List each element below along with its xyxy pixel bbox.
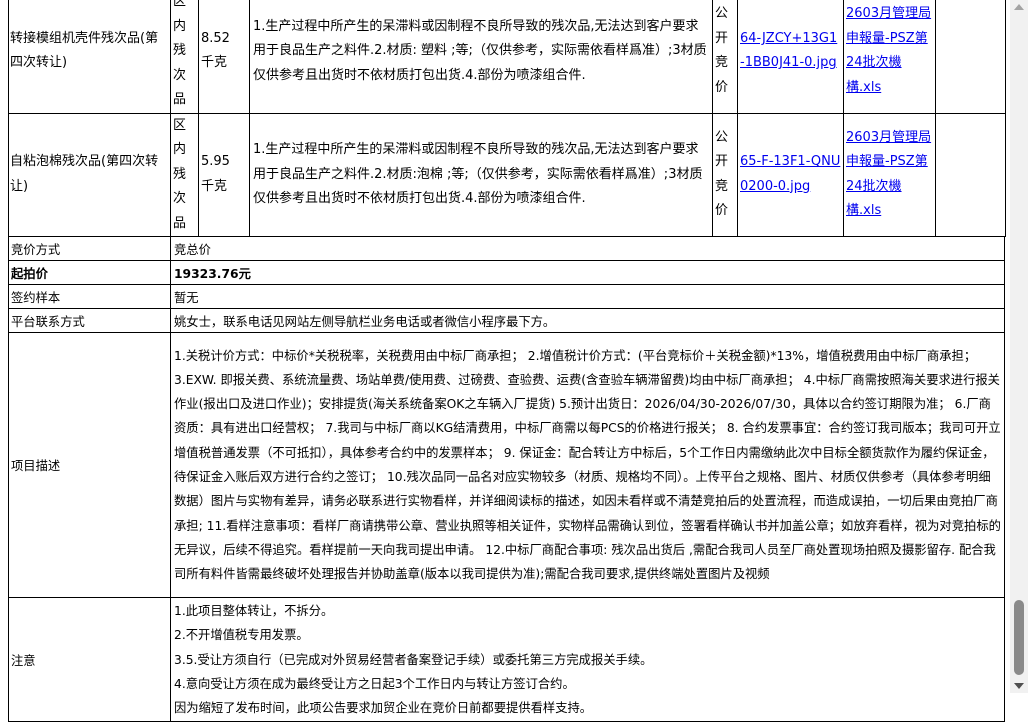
scroll-up-arrow-icon[interactable] (1014, 4, 1024, 10)
scrollbar-thumb[interactable] (1014, 600, 1024, 675)
description-value: 1.关税计价方式：中标价*关税税率，关税费用由中标厂商承担； 2.增值税计价方式… (170, 332, 1005, 598)
item-description: 1.生产过程中所产生的呆滞料或因制程不良所导致的残次品,无法达到客户要求用于良品… (249, 0, 713, 114)
info-row-start-price: 起拍价 19323.76元 (8, 260, 1005, 285)
item-location: 区内残次品 (170, 0, 199, 114)
info-table: 竞价方式 竞总价 起拍价 19323.76元 签约样本 暂无 平台联系方式 姚女… (8, 236, 1005, 722)
note-item: 3.5.受让方须自行（已完成对外贸易经营者备案登记手续）或委托第三方完成报关手续… (174, 652, 653, 667)
start-price-value: 19323.76元 (170, 260, 1005, 285)
items-table: 转接模组机壳件残次品(第四次转让) 区内残次品 8.52 千克 1.生产过程中所… (8, 0, 1006, 237)
notes-label: 注意 (8, 596, 171, 722)
item-file-cell: 2603月管理局申報量-PSZ第24批次機構.xls (843, 0, 936, 114)
item-image-cell: 64-JZCY+13G1-1BB0J41-0.jpg (737, 0, 844, 114)
note-item: 1.此项目整体转让，不拆分。 (174, 604, 334, 618)
contract-value: 暂无 (170, 284, 1005, 309)
item-name: 自粘泡棉残次品(第四次转让) (8, 112, 171, 237)
item-file-link[interactable]: 2603月管理局申報量-PSZ第24批次機構.xls (846, 130, 931, 219)
bid-method-label: 竞价方式 (8, 236, 171, 261)
notes-list: 1.此项目整体转让，不拆分。 2.不开增值税专用发票。 3.5.受让方须自行（已… (170, 596, 1005, 722)
item-image-link[interactable]: 64-JZCY+13G1-1BB0J41-0.jpg (740, 31, 837, 71)
vertical-scrollbar[interactable] (1010, 0, 1028, 693)
item-description: 1.生产过程中所产生的呆滞料或因制程不良所导致的残次品,无法达到客户要求用于良品… (249, 112, 713, 237)
item-empty-cell (935, 0, 1006, 114)
note-item: 2.不开增值税专用发票。 (174, 628, 309, 643)
scroll-down-arrow-icon[interactable] (1014, 683, 1024, 689)
contact-label: 平台联系方式 (8, 308, 171, 333)
item-file-link[interactable]: 2603月管理局申報量-PSZ第24批次機構.xls (846, 6, 931, 95)
item-weight: 8.52 千克 (198, 0, 250, 114)
start-price-label: 起拍价 (8, 260, 171, 285)
item-method: 公开竞价 (712, 112, 738, 237)
info-row-bid-method: 竞价方式 竞总价 (8, 236, 1005, 261)
table-row: 自粘泡棉残次品(第四次转让) 区内残次品 5.95 千克 1.生产过程中所产生的… (8, 112, 1006, 237)
item-image-cell: 65-F-13F1-QNU0200-0.jpg (737, 112, 844, 237)
item-name: 转接模组机壳件残次品(第四次转让) (8, 0, 171, 114)
info-row-description: 项目描述 1.关税计价方式：中标价*关税税率，关税费用由中标厂商承担； 2.增值… (8, 332, 1005, 598)
info-row-contract: 签约样本 暂无 (8, 284, 1005, 309)
item-weight: 5.95 千克 (198, 112, 250, 237)
info-row-notes: 注意 1.此项目整体转让，不拆分。 2.不开增值税专用发票。 3.5.受让方须自… (8, 596, 1005, 722)
note-item: 因为缩短了发布时间，此项公告要求加贸企业在竞价日前都要提供看样支持。 (174, 701, 593, 716)
item-method: 公开竞价 (712, 0, 738, 114)
item-empty-cell (935, 112, 1006, 237)
page-content: 转接模组机壳件残次品(第四次转让) 区内残次品 8.52 千克 1.生产过程中所… (8, 0, 1006, 722)
item-image-link[interactable]: 65-F-13F1-QNU0200-0.jpg (740, 154, 840, 194)
item-location: 区内残次品 (170, 112, 199, 237)
bid-method-value: 竞总价 (170, 236, 1005, 261)
description-label: 项目描述 (8, 332, 171, 598)
info-row-contact: 平台联系方式 姚女士，联系电话见网站左侧导航栏业务电话或者微信小程序最下方。 (8, 308, 1005, 333)
contract-label: 签约样本 (8, 284, 171, 309)
table-row: 转接模组机壳件残次品(第四次转让) 区内残次品 8.52 千克 1.生产过程中所… (8, 0, 1006, 114)
contact-value: 姚女士，联系电话见网站左侧导航栏业务电话或者微信小程序最下方。 (170, 308, 1005, 333)
item-file-cell: 2603月管理局申報量-PSZ第24批次機構.xls (843, 112, 936, 237)
